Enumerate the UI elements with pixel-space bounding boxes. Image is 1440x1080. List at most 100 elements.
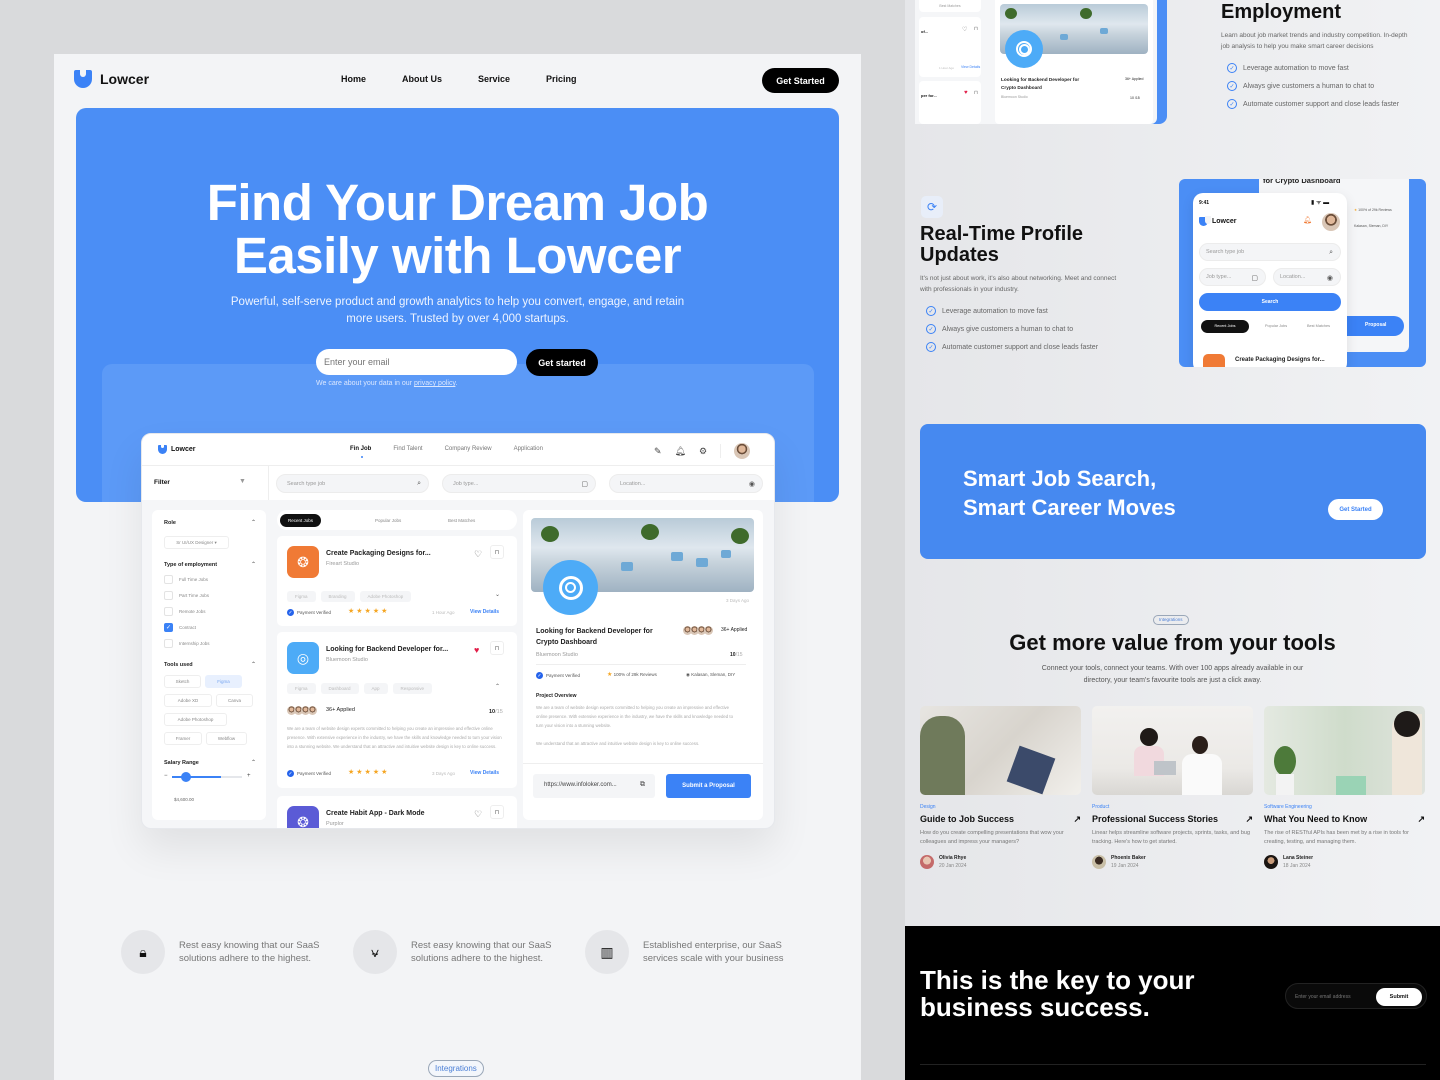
job-card[interactable]: ❂ Create Habit App - Dark Mode Purplor ♡… [277,796,517,828]
user-avatar[interactable] [734,443,751,459]
job-company: Bluemoon Studio [326,657,368,663]
job-card[interactable]: ❂ Create Packaging Designs for... Firear… [277,536,517,626]
filter-label: Filter [154,479,170,486]
arrow-up-right-icon[interactable]: ↗ [1245,814,1253,825]
author-date: 20 Jan 2024 [939,863,967,869]
job-search-input[interactable]: Search type job ⌕ [276,474,429,493]
chevron-up-icon[interactable]: ⌃ [251,661,256,668]
plus-icon[interactable]: + [247,773,251,779]
tool-chip[interactable]: Webflow [206,732,247,745]
tab-application[interactable]: Application [514,446,543,452]
applicant-avatars [683,626,713,635]
detail-applied: 36+ Applied [721,627,748,633]
tab-best-matches[interactable]: Best Matches [440,514,483,527]
chevron-up-icon[interactable]: ⌃ [251,759,256,766]
arrow-up-right-icon[interactable]: ↗ [1073,814,1081,825]
slot-total: /15 [495,709,503,715]
chevron-up-icon[interactable]: ⌃ [251,561,256,568]
view-details-link[interactable]: View Details [470,609,499,615]
heart-filled-icon[interactable]: ♥ [474,645,479,655]
applicant-avatars [287,706,317,715]
arrow-up-right-icon[interactable]: ↗ [1417,814,1425,825]
behind-location: Kalasan, Sleman, DIY [1354,224,1389,228]
location-input[interactable]: Location... ◉ [609,474,763,493]
company-logo-icon [1005,30,1043,68]
tool-chip[interactable]: Sketch [164,675,201,688]
submit-proposal-button[interactable]: Submit a Proposal [666,774,751,798]
role-value: Sr UI/UX Designer [176,540,214,545]
minus-icon[interactable]: − [164,773,168,779]
phone-mockup-frame: for Crypto Dashboard ★ 100% of 29k Revie… [1179,179,1426,367]
checkbox-internship[interactable] [164,639,173,648]
job-url-field[interactable]: https://www.infoloker.com... ⧉ [533,774,655,798]
divider [720,444,722,458]
tool-chip[interactable]: Canva [216,694,253,707]
funnel-icon[interactable]: ▼ [239,478,246,485]
tab-recent-jobs[interactable]: Recent Jobs [280,514,322,527]
tab-find-talent[interactable]: Find Talent [393,446,422,452]
phone-search-input: Search type job ⌕ [1199,243,1341,261]
tab-find-job[interactable]: Fin Job [350,446,371,458]
bookmark-icon[interactable]: ⊓ [490,641,504,655]
nav-links: Home About Us Service Pricing [341,74,577,84]
chevron-up-icon[interactable]: ⌃ [251,519,256,526]
tool-chip[interactable]: Adobe XD [164,694,212,707]
hero-get-started-button[interactable]: Get started [526,349,598,376]
gear-icon[interactable]: ⚙ [699,446,707,457]
tab-company-review[interactable]: Company Review [445,446,492,452]
blog-card[interactable]: Software Engineering What You Need to Kn… [1264,706,1425,869]
nav-link-service[interactable]: Service [478,74,510,84]
footer-submit-button[interactable]: Submit [1376,988,1422,1006]
heart-icon[interactable]: ♡ [474,549,482,560]
smart-get-started-button[interactable]: Get Started [1328,499,1383,520]
nav-link-about[interactable]: About Us [402,74,442,84]
blog-desc: The rise of RESTful APIs has been met by… [1264,830,1409,845]
bell-icon[interactable]: 🔔︎ [675,446,686,457]
tag: Adobe Photoshop [359,591,412,602]
blog-card[interactable]: Product Professional Success Stories ↗ Li… [1092,706,1253,869]
phone-search-button: Search [1199,293,1341,311]
bookmark-icon[interactable]: ⊓ [490,805,504,819]
brand-logo[interactable]: Lowcer [74,69,149,88]
salary-slider[interactable] [172,772,242,782]
mini-detail-title: Looking for Backend Developer for Crypto… [1001,77,1080,90]
copy-icon[interactable]: ⧉ [640,781,645,789]
tool-chip[interactable]: Adobe Photoshop [164,713,227,726]
bookmark-icon[interactable]: ⊓ [490,545,504,559]
user-avatar [1322,213,1340,231]
edit-icon[interactable]: ✎ [654,446,662,457]
filter-header: Filter ▼ [142,466,269,500]
check-item: ✓ Automate customer support and close lea… [1227,99,1399,109]
chevron-down-icon[interactable]: ⌄ [495,591,500,598]
author-name: Olivia Rhye [939,855,967,861]
view-details-link[interactable]: View Details [470,770,499,776]
role-select[interactable]: Sr UI/UX Designer ▾ [164,536,229,549]
blog-title: What You Need to Know [1264,814,1368,824]
privacy-policy-link[interactable]: privacy policy [414,380,456,387]
blog-card[interactable]: Design Guide to Job Success ↗ How do you … [920,706,1081,869]
dashboard-logo[interactable]: Lowcer [158,444,196,454]
checkbox-full-time[interactable] [164,575,173,584]
checkbox-remote[interactable] [164,607,173,616]
nav-link-pricing[interactable]: Pricing [546,74,577,84]
tools-label: Tools used [164,662,193,668]
phone-location-input: Location... ◉ [1273,268,1341,286]
search-placeholder: Search type job [1206,249,1245,255]
employment-mockup: Best Matches of... ♡ ⊓ 1 Hour Ago View D… [915,0,1157,124]
nav-link-home[interactable]: Home [341,74,366,84]
chevron-up-icon[interactable]: ⌃ [495,683,500,690]
job-type-input[interactable]: Job type... ▢ [442,474,596,493]
project-overview-heading: Project Overview [536,693,577,699]
slider-handle[interactable] [181,772,191,782]
tab-popular-jobs[interactable]: Popular Jobs [367,514,409,527]
job-card[interactable]: ◎ Looking for Backend Developer for... B… [277,632,517,788]
tool-chip[interactable]: Framer [164,732,202,745]
check-circle-icon: ✓ [1227,99,1237,109]
hero-email-input[interactable] [316,349,517,375]
get-started-button[interactable]: Get Started [762,68,839,93]
checkbox-contract[interactable]: ✓ [164,623,173,632]
footer-email-input[interactable]: Enter your email address [1295,994,1351,1000]
tool-chip-selected[interactable]: Figma [205,675,242,688]
checkbox-part-time[interactable] [164,591,173,600]
heart-icon[interactable]: ♡ [474,809,482,820]
